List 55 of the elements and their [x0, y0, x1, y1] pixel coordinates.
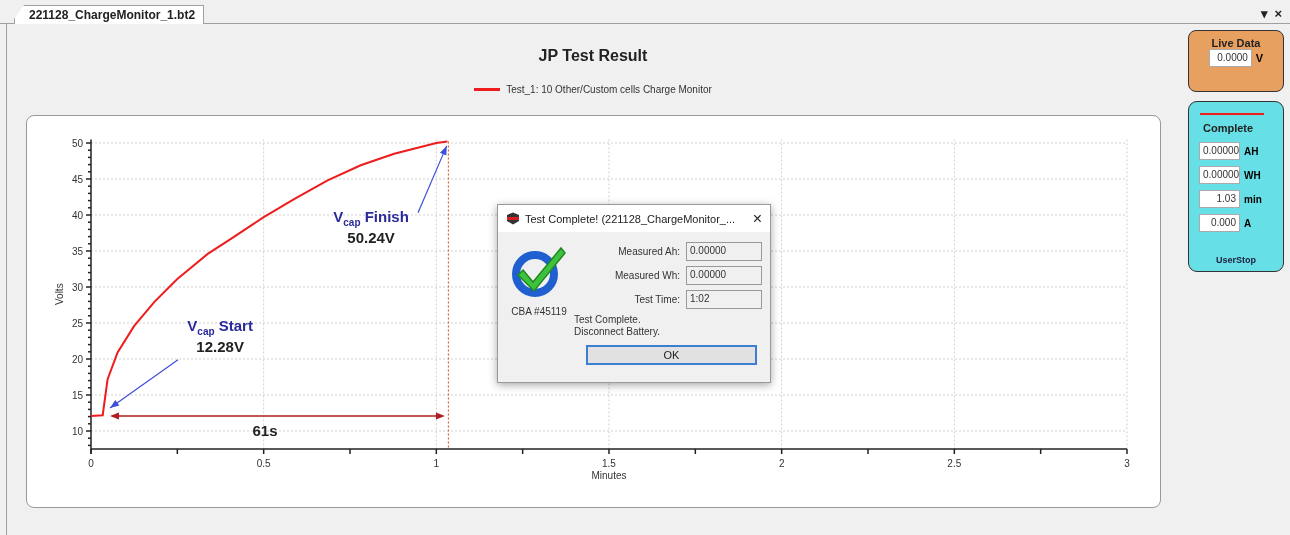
unit-label: AH [1244, 145, 1259, 157]
window-control[interactable]: × [1274, 6, 1282, 23]
axis-tick-label: 30 [71, 282, 83, 293]
legend-label: Test_1: 10 Other/Custom cells Charge Monitor [506, 84, 712, 95]
document-tab[interactable]: 221128_ChargeMonitor_1.bt2 [14, 5, 205, 24]
ok-button[interactable]: OK [586, 345, 757, 365]
pointer-arrow [109, 359, 179, 409]
dialog-title: Test Complete! (221128_ChargeMonitor_... [525, 212, 737, 225]
annotation-value: 12.28V [196, 337, 244, 355]
value-field: 0.00000 [1199, 166, 1240, 184]
axis-tick-label: 25 [71, 318, 83, 329]
axis-tick-label: 3 [1124, 458, 1130, 469]
field-label: Measured Ah: [618, 246, 680, 257]
axis-tick-label: 15 [71, 390, 83, 401]
axis-tick-label: 35 [71, 246, 83, 257]
annotation-value: 50.24V [347, 228, 395, 246]
value-field: 0.00000 [1199, 142, 1240, 160]
annotation-label: V$_{cap}$ Finish [333, 207, 409, 228]
axis-tick-label: 20 [71, 354, 83, 365]
readonly-field: 0.00000 [686, 242, 762, 261]
unit-label: min [1244, 193, 1262, 205]
readonly-field: 1:02 [686, 290, 762, 309]
axis-tick-label: 50 [71, 138, 83, 149]
unit-label: V [1255, 52, 1264, 64]
pointer-arrow [417, 145, 448, 214]
panel-title: Live Data [1211, 37, 1261, 49]
value-field: 1.03 [1199, 190, 1240, 208]
status-message: Test Complete. Disconnect Battery. [574, 314, 661, 338]
window-control[interactable]: ▾ [1261, 6, 1269, 23]
axis-title: Minutes [591, 470, 627, 481]
value-field: 0.0000 [1208, 49, 1252, 67]
stop-reason: UserStop [1216, 255, 1256, 265]
readonly-field: 0.00000 [686, 266, 762, 285]
app-icon [506, 212, 520, 225]
axis-tick-label: 45 [71, 174, 83, 185]
field-label: Test Time: [634, 294, 680, 305]
device-label: CBA #45119 [511, 306, 567, 317]
axis-tick-label: 0 [88, 458, 94, 469]
axis-title: Volts [54, 283, 65, 306]
chart-title: JP Test Result [538, 46, 648, 66]
annotation-value: 61s [252, 421, 278, 439]
axis-tick-label: 10 [71, 426, 83, 437]
unit-label: A [1244, 217, 1252, 229]
axis-tick-label: 0.5 [256, 458, 271, 469]
axis-tick-label: 2.5 [947, 458, 962, 469]
status-label: Complete [1203, 122, 1255, 134]
axis-tick-label: 1.5 [602, 458, 616, 469]
close-button[interactable]: × [752, 209, 762, 228]
axis-tick-label: 40 [71, 210, 83, 221]
axis-tick-label: 2 [778, 458, 785, 469]
unit-label: WH [1244, 169, 1261, 181]
field-label: Measured Wh: [614, 270, 680, 281]
value-field: 0.000 [1199, 214, 1240, 232]
axis-tick-label: 1 [433, 458, 440, 469]
annotation-label: V$_{cap}$ Start [187, 316, 253, 337]
